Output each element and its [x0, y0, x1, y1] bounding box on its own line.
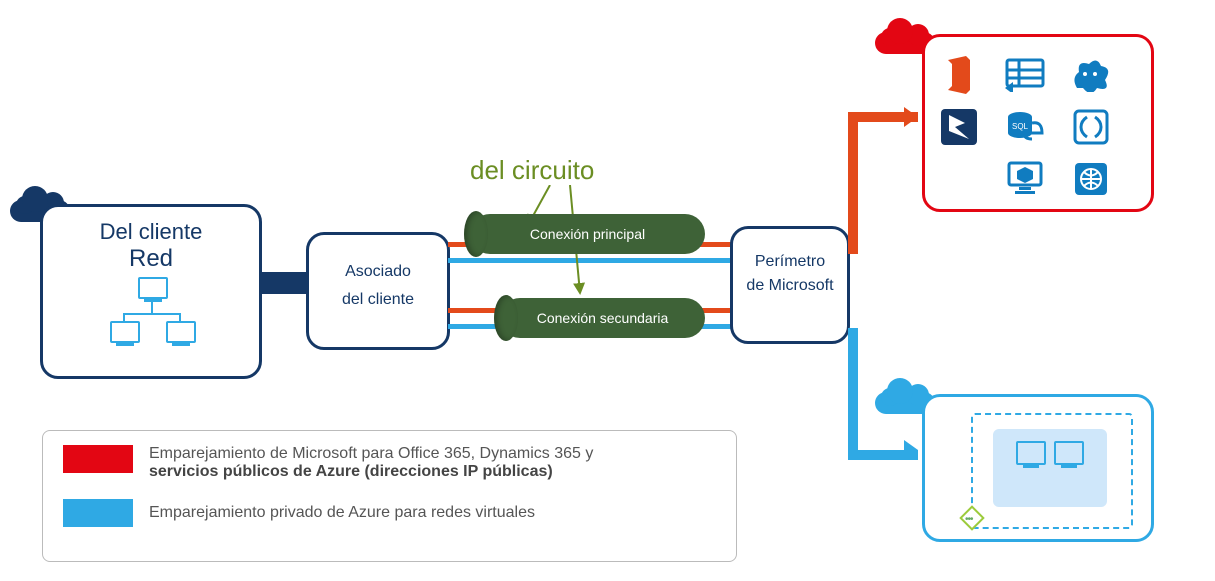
blank: [937, 159, 981, 199]
azure-vm-icon: [1003, 159, 1047, 199]
vm-icon: [1054, 441, 1084, 465]
primary-connection-pipe: Conexión principal: [470, 214, 705, 254]
ms-peering-arrowhead-icon: [904, 107, 918, 127]
circuit-label: del circuito: [470, 155, 594, 186]
partner-line1: Asociado: [309, 263, 447, 281]
ms-edge-line2: de Microsoft: [733, 277, 847, 295]
svg-text:SQL: SQL: [1012, 122, 1029, 131]
legend-red-line1: Emparejamiento de Microsoft para Office …: [149, 445, 593, 463]
vm-icon: [1016, 441, 1046, 465]
customer-title: Del cliente: [43, 219, 259, 245]
microsoft-services-box: SQL: [922, 34, 1154, 212]
dynamics-365-icon: [937, 107, 981, 147]
network-icon: [106, 277, 196, 347]
azure-storage-icon: [1003, 55, 1047, 95]
vnet-gateway-dots-icon: •••: [965, 514, 973, 525]
azure-web-icon: [1069, 159, 1113, 199]
customer-subtitle: Red: [43, 245, 259, 273]
primary-connection-label: Conexión principal: [470, 214, 705, 254]
secondary-connection-label: Conexión secundaria: [500, 298, 705, 338]
vnet-panel: [993, 429, 1107, 507]
hdinsight-icon: [1069, 55, 1113, 95]
microsoft-edge-box: Perímetro de Microsoft: [730, 226, 850, 344]
office-365-icon: [937, 55, 981, 95]
vnet-box: •••: [922, 394, 1154, 542]
legend-red-line2: servicios públicos de Azure (direcciones…: [149, 463, 593, 481]
private-peering-arrowhead-icon: [904, 440, 918, 460]
azure-sql-icon: SQL: [1003, 107, 1047, 147]
customer-network-box: Del cliente Red: [40, 204, 262, 379]
ms-peering-elbow: [848, 112, 918, 254]
legend-red-swatch: [63, 445, 133, 473]
azure-functions-icon: [1069, 107, 1113, 147]
partner-box: Asociado del cliente: [306, 232, 450, 350]
partner-line2: del cliente: [309, 291, 447, 309]
ms-edge-line1: Perímetro: [733, 253, 847, 271]
legend-blue-swatch: [63, 499, 133, 527]
secondary-connection-pipe: Conexión secundaria: [500, 298, 705, 338]
legend-blue-text: Emparejamiento privado de Azure para red…: [149, 504, 535, 522]
legend-box: Emparejamiento de Microsoft para Office …: [42, 430, 737, 562]
